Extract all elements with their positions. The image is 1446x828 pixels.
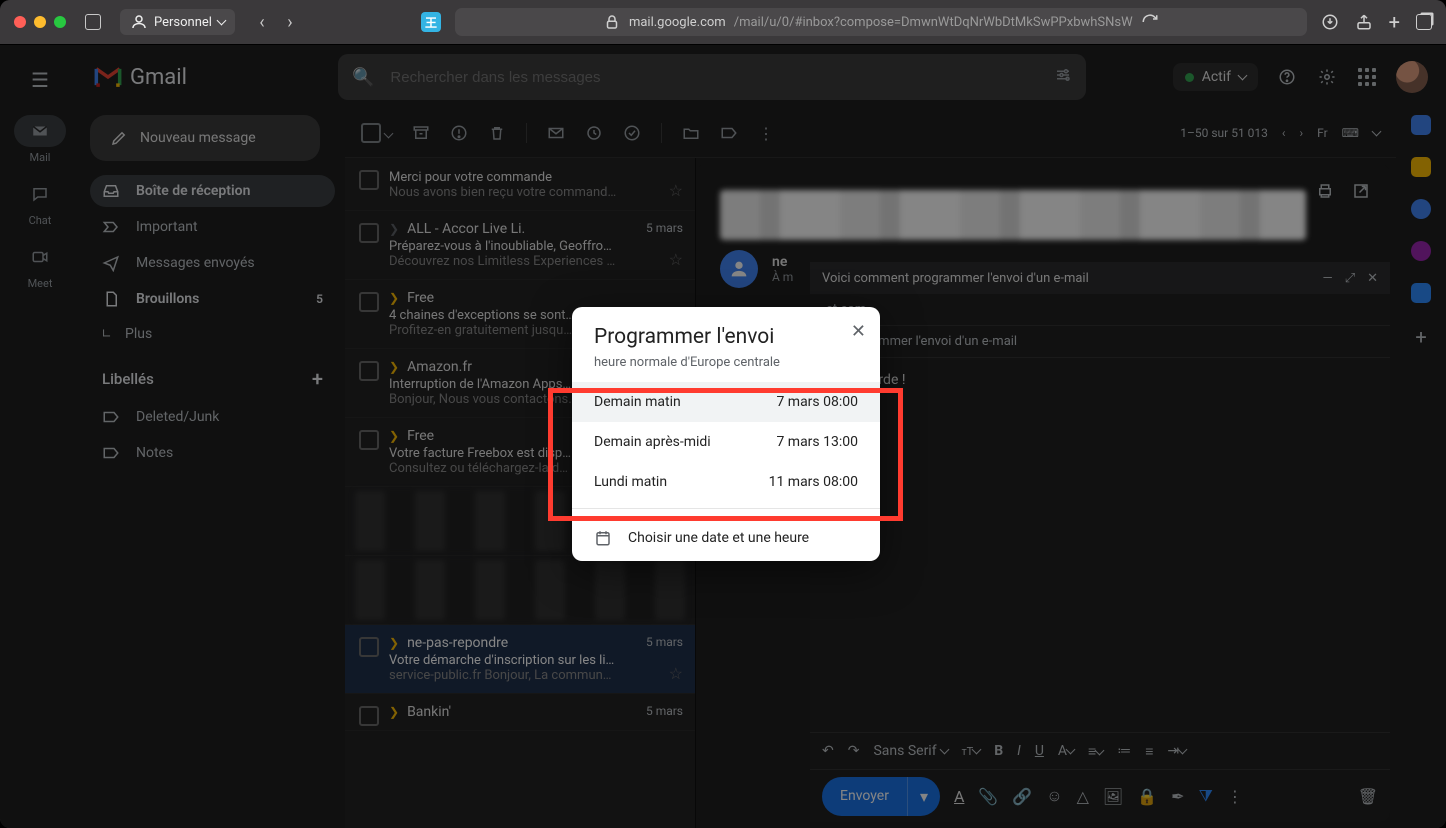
sidebar-toggle-icon[interactable] (80, 11, 106, 33)
extension-icon[interactable]: 王 (421, 12, 441, 32)
new-tab-icon[interactable]: + (1389, 10, 1400, 34)
tabs-overview-icon[interactable] (1416, 14, 1432, 30)
dialog-title: Programmer l'envoi (594, 325, 858, 349)
browser-profile-pill[interactable]: Personnel (120, 9, 235, 35)
schedule-custom[interactable]: Choisir une date et une heure (572, 515, 880, 561)
browser-toolbar: Personnel ‹ › 王 mail.google.com/mail/u/0… (0, 0, 1446, 45)
browser-profile-label: Personnel (154, 15, 212, 30)
fullscreen-window-icon[interactable] (54, 16, 66, 28)
dialog-subtitle: heure normale d'Europe centrale (572, 351, 880, 382)
lock-icon (603, 13, 621, 31)
forward-button[interactable]: › (277, 11, 303, 33)
option-time: 7 mars 08:00 (776, 394, 858, 410)
window-controls[interactable] (14, 16, 66, 28)
custom-label: Choisir une date et une heure (628, 530, 809, 546)
option-time: 11 mars 08:00 (769, 474, 858, 490)
back-button[interactable]: ‹ (249, 11, 275, 33)
url-bar[interactable]: mail.google.com/mail/u/0/#inbox?compose=… (455, 8, 1307, 36)
schedule-option[interactable]: Lundi matin 11 mars 08:00 (572, 462, 880, 502)
download-icon[interactable] (1321, 13, 1339, 31)
schedule-send-dialog: Programmer l'envoi ✕ heure normale d'Eur… (572, 307, 880, 561)
minimize-window-icon[interactable] (34, 16, 46, 28)
option-label: Demain après-midi (594, 434, 711, 450)
url-path: /mail/u/0/#inbox?compose=DmwnWtDqNrWbDtM… (734, 15, 1133, 30)
dialog-close-icon[interactable]: ✕ (851, 321, 866, 342)
option-time: 7 mars 13:00 (776, 434, 858, 450)
option-label: Demain matin (594, 394, 681, 410)
close-window-icon[interactable] (14, 16, 26, 28)
calendar-icon (594, 529, 612, 547)
schedule-option[interactable]: Demain matin 7 mars 08:00 (572, 382, 880, 422)
chevron-down-icon (218, 15, 225, 30)
schedule-option[interactable]: Demain après-midi 7 mars 13:00 (572, 422, 880, 462)
url-domain: mail.google.com (629, 15, 726, 30)
reload-icon[interactable] (1141, 13, 1159, 31)
option-label: Lundi matin (594, 474, 667, 490)
share-icon[interactable] (1355, 13, 1373, 31)
